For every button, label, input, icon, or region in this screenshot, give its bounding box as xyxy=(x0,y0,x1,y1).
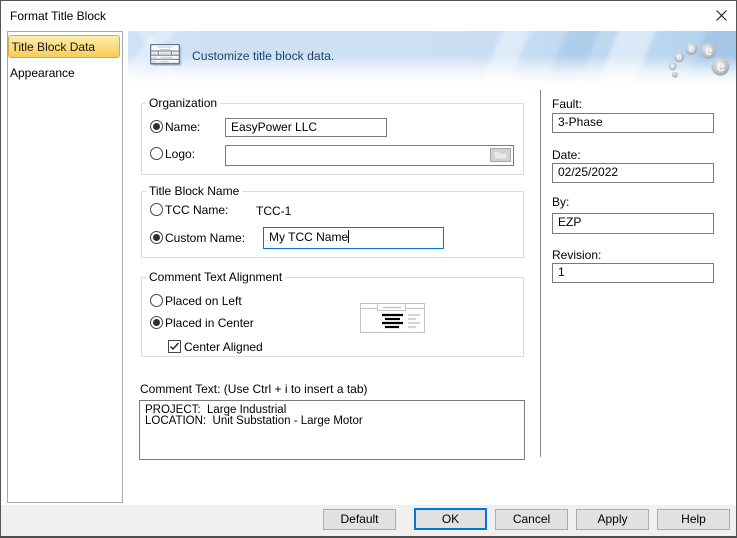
svg-text:e: e xyxy=(671,64,675,71)
svg-text:e: e xyxy=(677,52,682,62)
svg-text:e: e xyxy=(689,43,695,55)
svg-text:e: e xyxy=(717,59,726,76)
svg-text:e: e xyxy=(705,43,713,58)
